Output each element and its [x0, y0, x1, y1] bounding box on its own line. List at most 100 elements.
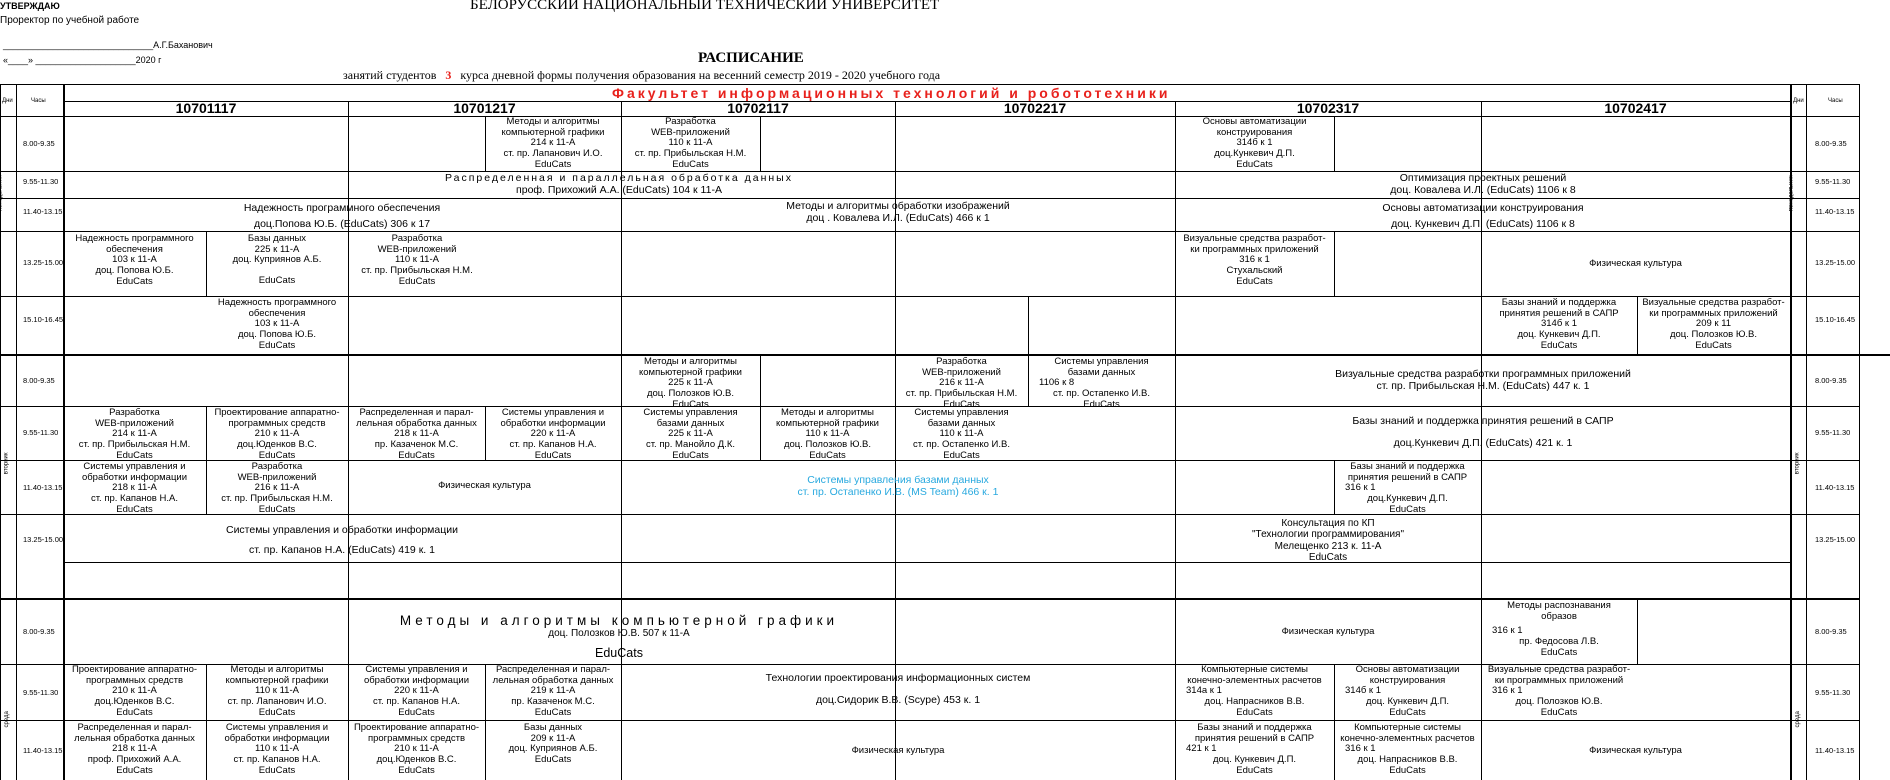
- cell-line: Надежность программного обеспечения: [243, 202, 441, 214]
- col-day-right: Дни: [1793, 98, 1804, 104]
- cell-line: EduCats: [116, 503, 153, 515]
- cell-line: доц.Сидорик В.В. (Scype) 453 к. 1: [815, 693, 981, 706]
- cell-line: EduCats: [809, 449, 846, 461]
- time-slot-right: 8.00-9.35: [1815, 627, 1847, 636]
- time-slot-right: 11.40-13.15: [1815, 483, 1855, 492]
- time-slot: 11.40-13.15: [23, 483, 63, 492]
- col-hours-left: Часы: [31, 98, 46, 104]
- grid-line: [1806, 84, 1807, 780]
- cell-line: EduCats: [1308, 551, 1348, 563]
- lesson-cell: Консультация по КП "Технологии программир…: [1176, 518, 1480, 563]
- cell-line: EduCats: [1695, 339, 1732, 351]
- lesson-cell: Проектирование аппаратно-программных сре…: [207, 408, 347, 462]
- time-slot-right: 11.40-13.15: [1815, 207, 1855, 216]
- cell-line: EduCats: [398, 275, 436, 287]
- cell-line: EduCats: [258, 339, 296, 351]
- lesson-cell: Методы и алгоритмы обработки изображений…: [622, 201, 1174, 225]
- lesson-cell: Методы и алгоритмы компьютерной графики 21…: [486, 117, 620, 171]
- cell-line: EduCats: [1236, 275, 1273, 287]
- time-slot: 11.40-13.15: [23, 207, 63, 216]
- lesson-cell: Базы знаний и поддержка принятия решений …: [1482, 298, 1636, 352]
- cell-line: EduCats: [258, 449, 296, 461]
- cell-line: EduCats: [1389, 503, 1426, 515]
- cell-line: Технологии проектирования информационных…: [765, 672, 1031, 684]
- cell-line: EduCats: [398, 764, 435, 776]
- lesson-cell: Разработка WEB-приложений 216 к 11-А ст. пр…: [896, 357, 1027, 411]
- group-header: 10702117: [727, 101, 789, 116]
- cell-line: EduCats: [1540, 646, 1578, 658]
- cell-line: EduCats: [1389, 764, 1426, 776]
- grid-line: [1637, 598, 1638, 664]
- lesson-cell: Методы и алгоритмы компьютерной графики д…: [64, 613, 1174, 660]
- cell-line: Основы автоматизации конструирования: [1382, 202, 1584, 214]
- cell-line: EduCats: [1540, 339, 1578, 351]
- lesson-cell: Оптимизация проектных решений доц. Ковале…: [1176, 173, 1790, 197]
- grid-line: [760, 116, 761, 171]
- group-header: 10701117: [175, 101, 237, 116]
- prorector-label: Проректор по учебной работе: [0, 15, 140, 26]
- course-number: 3: [445, 68, 452, 82]
- cell-line: EduCats: [534, 706, 572, 718]
- lesson-cell: Визуальные средства разработ-ки программ…: [1638, 298, 1789, 352]
- time-slot: 9.55-11.30: [23, 428, 59, 437]
- lesson-cell: Основы автоматизации конструирования 314б …: [1176, 117, 1333, 171]
- day-divider: [0, 598, 1860, 600]
- cell-line: Мелещенко 213 к. 11-А: [1274, 540, 1382, 552]
- lesson-cell: Технологии проектирования информационных…: [622, 668, 1174, 711]
- cell-line: Методы и алгоритмы компьютерной графики: [399, 613, 839, 628]
- grid-line: [0, 296, 1860, 297]
- lesson-cell: Методы распознавания образов 316 к 1 пр. Фе…: [1482, 601, 1636, 659]
- cell-line: EduCats: [258, 503, 296, 515]
- cell-line: ст. пр. Капанов Н.А. (EduCats) 419 к. 1: [249, 543, 435, 556]
- cell-line: EduCats: [116, 706, 153, 718]
- lesson-cell: Физическая культура: [1482, 259, 1789, 270]
- grid-line: [0, 171, 1860, 172]
- lesson-cell: Системы управления и обработки информации…: [349, 665, 484, 719]
- lesson-cell: Надежность программного обеспечения 103 к …: [64, 234, 205, 288]
- cell-line: доц.Попова Ю.Б. (EduCats) 306 к 17: [253, 217, 431, 230]
- subtitle: занятий студентов 3 курса дневной формы …: [343, 68, 941, 82]
- grid-line: [0, 84, 1860, 85]
- lesson-cell: Физическая культура: [349, 481, 620, 492]
- lesson-cell: Системы управления базами данных ст. пр. …: [622, 475, 1174, 499]
- lesson-cell: Надежность программного обеспечения доц.П…: [64, 201, 620, 233]
- lesson-cell: Основы автоматизации конструирования 314б …: [1335, 665, 1480, 719]
- faculty-name: Факультет информационных технологий и ро…: [612, 85, 1171, 101]
- lesson-cell: Системы управления и обработки информации…: [64, 462, 205, 516]
- lesson-cell: Проектирование аппаратно-программных сре…: [349, 723, 484, 777]
- group-header: 10701217: [453, 101, 516, 116]
- grid-line: [1334, 116, 1335, 171]
- subtitle-pre: занятий студентов: [343, 68, 437, 82]
- time-slot: 8.00-9.35: [23, 139, 55, 148]
- group-header: 10702217: [1003, 101, 1067, 116]
- cell-line: ст. пр. Прибыльская Н.М. (EduCats) 447 к…: [1376, 379, 1590, 392]
- date-line: «____» ____________________2020 г: [3, 55, 162, 65]
- grid-line: [16, 84, 17, 780]
- group-header: 10702417: [1604, 101, 1667, 116]
- lesson-cell: Базы данных 209 к 11-А доц. Куприянов А.Б.…: [486, 723, 620, 766]
- cell-line: EduCats: [1540, 706, 1578, 718]
- lesson-cell: Системы управления базами данных 1106 к 8с…: [1029, 357, 1174, 411]
- lesson-cell: Базы знаний и поддержка принятия решений …: [1176, 723, 1333, 777]
- day-label-tuesday-right: вторник: [1794, 452, 1801, 475]
- lesson-cell: Физическая культура: [1176, 627, 1480, 638]
- cell-line: проф. Прихожий А.А. (EduCats) 104 к 11-А: [516, 183, 722, 196]
- day-label-tuesday: вторник: [3, 452, 10, 475]
- lesson-cell: Распределенная и параллельная обработка …: [64, 173, 1174, 197]
- lesson-cell: Визуальные средства разработ-ки программ…: [1482, 665, 1636, 719]
- cell-line: доц . Ковалева И.Л. (EduCats) 466 к 1: [806, 211, 990, 224]
- university-name: БЕЛОРУССКИЙ НАЦИОНАЛЬНЫЙ ТЕХНИЧЕСКИЙ УНИ…: [470, 0, 940, 13]
- time-slot-right: 13.25-15.00: [1815, 258, 1856, 267]
- cell-line: "Технологии программирования": [1251, 529, 1404, 541]
- lesson-cell: Системы управления и обработки информации…: [207, 723, 347, 777]
- time-slot-right: 8.00-9.35: [1815, 139, 1847, 148]
- cell-line: Физическая культура: [438, 481, 531, 491]
- lesson-cell: Физическая культура: [1482, 746, 1789, 757]
- time-slot-right: 9.55-11.30: [1815, 177, 1851, 186]
- subtitle-post: курса дневной формы получения образовани…: [460, 68, 941, 82]
- lesson-cell: Системы управления базами данных 225 к 11-…: [622, 408, 759, 462]
- signature-line: ______________________________А.Г.Бахано…: [3, 40, 213, 50]
- grid-line: [1790, 84, 1792, 780]
- grid-line: [1334, 231, 1335, 296]
- grid-line: [0, 198, 1860, 199]
